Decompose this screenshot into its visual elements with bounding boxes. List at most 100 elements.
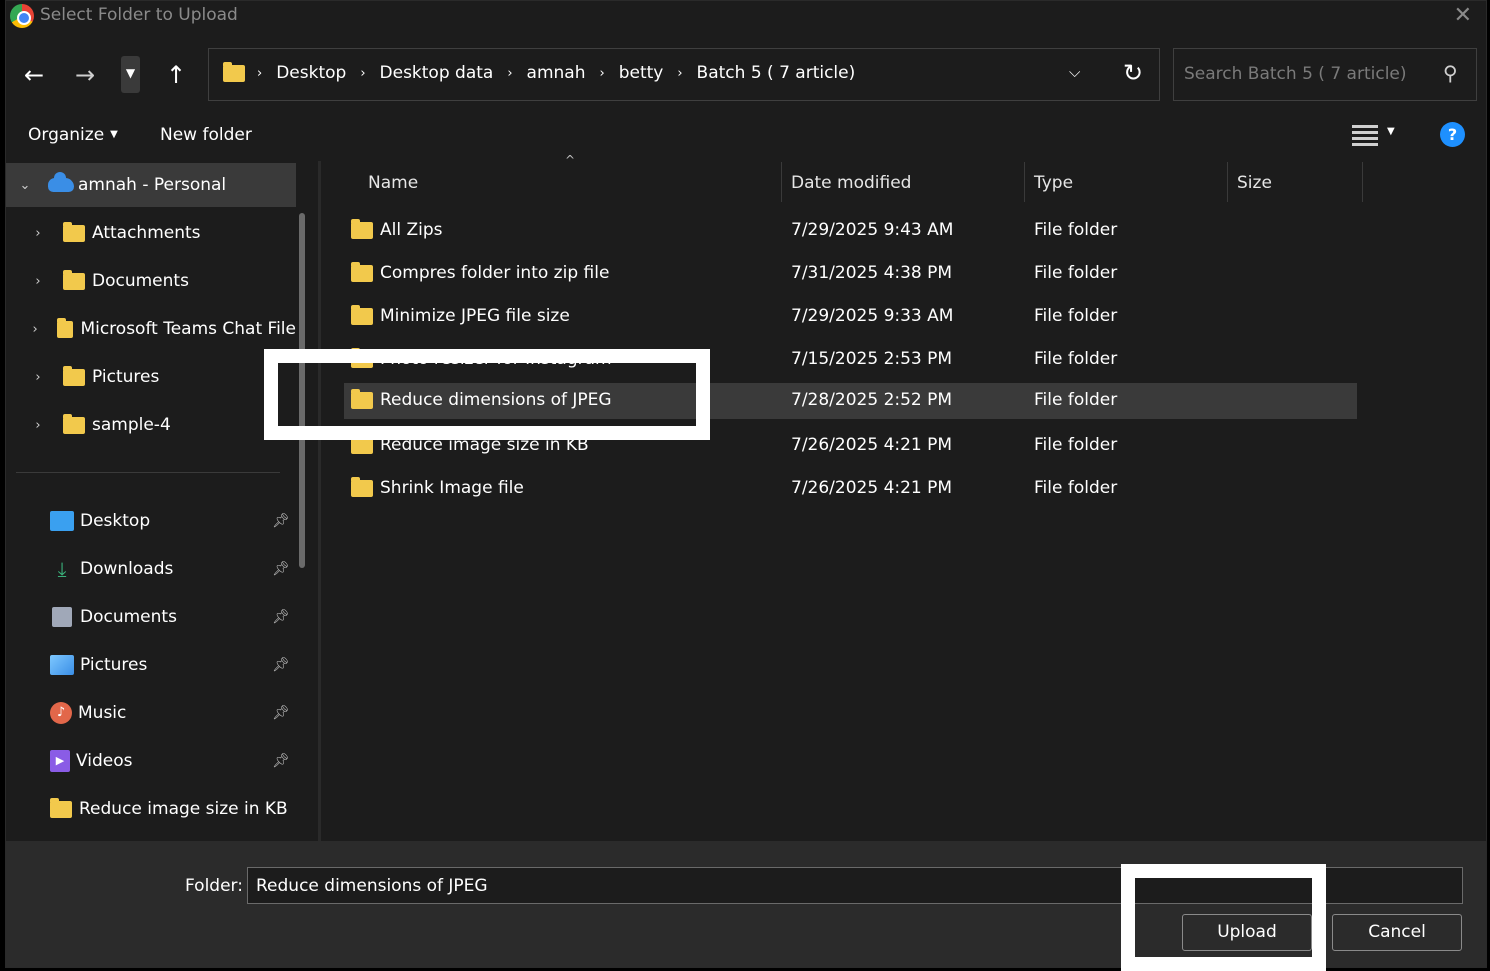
chevron-down-icon[interactable]: ⌄: [14, 178, 36, 193]
quick-access-label: Pictures: [80, 655, 148, 675]
tree-root-label: amnah - Personal: [78, 175, 227, 195]
chevron-right-icon: ›: [360, 65, 366, 81]
pin-icon[interactable]: 📌︎: [272, 513, 290, 529]
file-row[interactable]: Compres folder into zip file 7/31/2025 4…: [344, 256, 1357, 292]
pin-icon[interactable]: 📌︎: [272, 609, 290, 625]
quick-access-label: Videos: [76, 751, 133, 771]
chevron-right-icon[interactable]: ›: [27, 274, 49, 289]
file-type: File folder: [1034, 390, 1118, 410]
folder-icon: [63, 365, 85, 386]
help-icon[interactable]: ?: [1440, 122, 1465, 147]
highlight-box: [264, 349, 710, 440]
cancel-button[interactable]: Cancel: [1332, 914, 1462, 951]
file-type: File folder: [1034, 306, 1118, 326]
pin-icon[interactable]: 📌︎: [272, 753, 290, 769]
column-type-header[interactable]: Type: [1034, 162, 1073, 204]
quick-access-music[interactable]: ♪ Music 📌︎: [50, 691, 296, 735]
video-icon: ▶: [50, 750, 70, 772]
chrome-icon: [10, 4, 34, 28]
column-separator[interactable]: [1024, 162, 1025, 202]
chevron-right-icon[interactable]: ›: [27, 322, 43, 337]
back-arrow-icon[interactable]: ←: [18, 57, 50, 93]
file-row[interactable]: Minimize JPEG file size 7/29/2025 9:33 A…: [344, 299, 1357, 335]
highlight-box: [1121, 864, 1326, 971]
column-size-header[interactable]: Size: [1237, 162, 1272, 204]
tree-item-attachments[interactable]: › Attachments: [6, 211, 296, 255]
pin-icon[interactable]: 📌︎: [272, 657, 290, 673]
search-icon: ⚲: [1443, 61, 1458, 85]
quick-access-desktop[interactable]: Desktop 📌︎: [50, 499, 296, 543]
quick-access-label: Music: [78, 703, 127, 723]
tree-item-documents[interactable]: › Documents: [6, 259, 296, 303]
folder-icon: [63, 413, 85, 434]
chevron-right-icon: ›: [507, 65, 513, 81]
tree-item-label: Attachments: [92, 223, 201, 243]
address-bar[interactable]: › Desktop › Desktop data › amnah › betty…: [208, 48, 1160, 101]
up-arrow-icon[interactable]: ↑: [160, 57, 192, 93]
desktop-icon: [50, 511, 74, 531]
sort-ascending-icon: ^: [565, 153, 576, 167]
tree-item-sample-4[interactable]: › sample-4: [6, 403, 296, 447]
column-separator[interactable]: [781, 162, 782, 202]
quick-access-label: Documents: [80, 607, 177, 627]
tree-item-label: Pictures: [92, 367, 160, 387]
column-name-header[interactable]: Name: [368, 162, 418, 204]
file-date: 7/29/2025 9:33 AM: [791, 306, 954, 326]
column-date-header[interactable]: Date modified: [791, 162, 911, 204]
pin-icon[interactable]: 📌︎: [272, 561, 290, 577]
chevron-right-icon[interactable]: ›: [27, 418, 49, 433]
quick-access-documents[interactable]: Documents 📌︎: [50, 595, 296, 639]
breadcrumb: › Desktop › Desktop data › amnah › betty…: [257, 63, 855, 83]
folder-icon: [63, 221, 85, 242]
caret-down-icon[interactable]: ▼: [1387, 126, 1395, 137]
caret-down-icon: ▼: [110, 129, 118, 140]
recent-locations-chevron-icon[interactable]: ▼: [121, 56, 140, 93]
file-type: File folder: [1034, 220, 1118, 240]
view-list-icon[interactable]: [1352, 122, 1378, 146]
file-type: File folder: [1034, 349, 1118, 369]
pin-icon[interactable]: 📌︎: [272, 705, 290, 721]
file-row[interactable]: Shrink Image file 7/26/2025 4:21 PM File…: [344, 471, 1357, 507]
file-dialog: Select Folder to Upload ✕ ← → ▼ ↑ › Desk…: [5, 0, 1487, 968]
organize-button[interactable]: Organize ▼: [28, 125, 118, 145]
file-type: File folder: [1034, 435, 1118, 455]
folder-icon: [223, 62, 245, 82]
file-date: 7/26/2025 4:21 PM: [791, 435, 953, 455]
picture-icon: [50, 655, 74, 675]
tree-item-label: Microsoft Teams Chat File: [80, 319, 296, 339]
file-type: File folder: [1034, 478, 1118, 498]
quick-access-pictures[interactable]: Pictures 📌︎: [50, 643, 296, 687]
quick-access-downloads[interactable]: ⤓ Downloads 📌︎: [50, 547, 296, 591]
nav-separator: [16, 472, 280, 473]
refresh-icon[interactable]: ↻: [1123, 59, 1143, 87]
onedrive-cloud-icon: [48, 172, 74, 192]
download-icon: ⤓: [57, 557, 67, 581]
tree-item-pictures[interactable]: › Pictures: [6, 355, 296, 399]
forward-arrow-icon[interactable]: →: [69, 57, 101, 93]
music-icon: ♪: [50, 702, 72, 724]
search-input[interactable]: Search Batch 5 ( 7 article) ⚲: [1173, 48, 1477, 101]
new-folder-button[interactable]: New folder: [160, 125, 252, 145]
tree-item-teams-chat-files[interactable]: › Microsoft Teams Chat File: [6, 307, 296, 351]
column-separator[interactable]: [1227, 162, 1228, 202]
breadcrumb-desktop[interactable]: Desktop: [276, 63, 346, 83]
tree-item-onedrive[interactable]: ⌄ amnah - Personal: [6, 163, 296, 207]
file-date: 7/29/2025 9:43 AM: [791, 220, 954, 240]
close-icon[interactable]: ✕: [1454, 3, 1472, 28]
folder-icon: [351, 304, 373, 325]
breadcrumb-batch5[interactable]: Batch 5 ( 7 article): [697, 63, 856, 83]
breadcrumb-betty[interactable]: betty: [619, 63, 664, 83]
column-separator[interactable]: [1362, 162, 1363, 202]
chevron-right-icon: ›: [257, 65, 263, 81]
chevron-right-icon: ›: [677, 65, 683, 81]
chevron-right-icon[interactable]: ›: [27, 226, 49, 241]
breadcrumb-desktop-data[interactable]: Desktop data: [380, 63, 494, 83]
quick-access-videos[interactable]: ▶ Videos 📌︎: [50, 739, 296, 783]
quick-access-reduce-image-size[interactable]: Reduce image size in KB: [50, 787, 296, 831]
chevron-right-icon: ›: [599, 65, 605, 81]
file-row[interactable]: All Zips 7/29/2025 9:43 AM File folder: [344, 213, 1357, 249]
chevron-down-icon[interactable]: ⌵: [1069, 63, 1080, 81]
pane-divider[interactable]: [318, 161, 321, 841]
breadcrumb-amnah[interactable]: amnah: [527, 63, 586, 83]
chevron-right-icon[interactable]: ›: [27, 370, 49, 385]
